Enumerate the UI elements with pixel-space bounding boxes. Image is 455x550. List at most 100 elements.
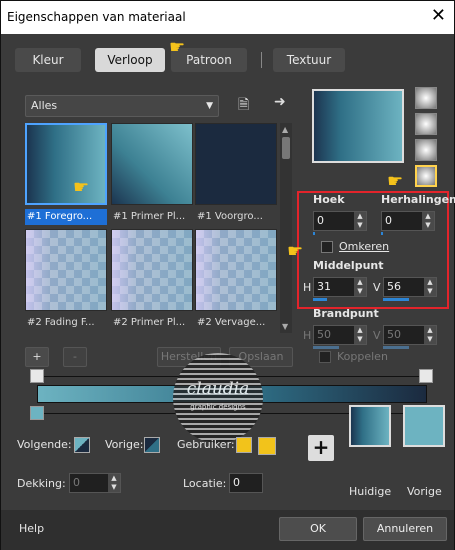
title-bar: Eigenschappen van materiaal ✕ xyxy=(1,1,454,34)
scroll-up-icon[interactable]: ▲ xyxy=(282,125,288,134)
tab-textuur[interactable]: Textuur xyxy=(273,48,345,72)
category-dropdown[interactable]: Alles ▼ xyxy=(25,95,219,117)
watermark-text: claudia xyxy=(186,379,250,399)
preset-item[interactable]: #1 Voorgro... xyxy=(195,123,277,223)
file-browse-icon[interactable]: 🗎 xyxy=(238,94,249,118)
opacity-stop-left[interactable] xyxy=(30,369,44,383)
middelpunt-v-input[interactable]: 56 ▲ ▼ xyxy=(383,277,437,297)
pointer-hand-icon: ☛ xyxy=(387,171,404,192)
preset-caption: #1 Voorgro... xyxy=(197,211,263,222)
koppelen-checkbox xyxy=(319,351,331,363)
brandpunt-h-input: 50 ▲ ▼ xyxy=(313,325,367,345)
preset-item[interactable]: #1 Foregro... xyxy=(25,123,107,225)
tab-separator xyxy=(261,52,262,68)
middelpunt-h-value: 31 xyxy=(317,280,331,293)
previous-swatch[interactable] xyxy=(403,405,445,447)
spin-buttons: ▲ ▼ xyxy=(424,326,436,344)
watermark-logo: claudia graphic designs xyxy=(173,353,263,443)
herhalingen-input[interactable]: 0 ▲ ▼ xyxy=(381,211,435,231)
huidige-label: Huidige xyxy=(349,485,392,498)
ok-button[interactable]: OK xyxy=(279,517,357,541)
middelpunt-v-slider[interactable] xyxy=(383,298,409,301)
tab-verloop[interactable]: Verloop xyxy=(95,48,165,72)
preset-item[interactable]: #2 Fading F... xyxy=(25,229,107,329)
preset-caption: #1 Primer Pl... xyxy=(113,211,186,222)
spin-buttons[interactable]: ▲ ▼ xyxy=(424,278,436,296)
watermark-subtext: graphic designs xyxy=(190,403,246,411)
brandpunt-h-slider xyxy=(313,346,339,349)
hoek-slider[interactable] xyxy=(313,232,315,235)
preset-thumbnail xyxy=(111,229,193,311)
opacity-stop-right[interactable] xyxy=(419,369,433,383)
cancel-button[interactable]: Annuleren xyxy=(363,517,447,541)
bh-label: H xyxy=(303,329,312,342)
rectangular-icon[interactable] xyxy=(415,139,437,161)
bv-label: V xyxy=(373,329,381,342)
vorige-swatch[interactable] xyxy=(144,437,160,453)
dekking-label: Dekking: xyxy=(17,477,66,490)
radial-icon[interactable] xyxy=(415,113,437,135)
preset-thumbnail xyxy=(25,229,107,311)
preset-item[interactable]: #2 Vervage... xyxy=(195,229,277,329)
spin-buttons[interactable]: ▲ ▼ xyxy=(354,278,366,296)
herhalingen-slider[interactable] xyxy=(381,232,383,235)
category-dropdown-value: Alles xyxy=(31,99,58,112)
locatie-input[interactable]: 0 xyxy=(229,473,263,493)
remove-stop-button: - xyxy=(63,347,87,367)
preset-thumbnail xyxy=(111,123,193,205)
gebruiker-label: Gebruiker: xyxy=(177,438,235,451)
tab-kleur[interactable]: Kleur xyxy=(15,48,81,72)
hoek-value: 0 xyxy=(317,214,324,227)
spin-buttons[interactable]: ▲ ▼ xyxy=(422,212,434,230)
middelpunt-h-input[interactable]: 31 ▲ ▼ xyxy=(313,277,367,297)
vorige-label: Vorige: xyxy=(105,438,144,451)
brandpunt-v-input: 50 ▲ ▼ xyxy=(383,325,437,345)
spin-buttons[interactable]: ▲ ▼ xyxy=(354,212,366,230)
preset-caption: #1 Foregro... xyxy=(25,209,107,225)
gebruiker-swatch-1[interactable] xyxy=(236,437,252,453)
current-swatch[interactable] xyxy=(349,405,391,447)
add-to-swatches-button[interactable]: + xyxy=(308,435,334,461)
scrollbar-thumb[interactable] xyxy=(282,137,290,159)
add-stop-button[interactable]: + xyxy=(25,347,49,367)
brandpunt-v-slider xyxy=(383,346,409,349)
preset-thumbnail xyxy=(25,123,107,205)
omkeren-checkbox[interactable] xyxy=(321,241,333,253)
herhalingen-value: 0 xyxy=(385,214,392,227)
preset-grid: #1 Foregro... #1 Primer Pl... #1 Voorgro… xyxy=(25,123,277,333)
koppelen-label: Koppelen xyxy=(337,350,388,363)
brandpunt-h-value: 50 xyxy=(317,328,331,341)
scroll-down-icon[interactable]: ▼ xyxy=(282,322,288,331)
close-icon[interactable]: ✕ xyxy=(431,5,446,27)
preset-item[interactable]: #2 Primer Pl... xyxy=(111,229,193,329)
preset-scrollbar[interactable]: ▲ ▼ xyxy=(280,123,292,333)
sunburst-icon[interactable] xyxy=(415,165,437,187)
window-title: Eigenschappen van materiaal xyxy=(7,10,186,24)
gebruiker-swatch-2[interactable] xyxy=(258,437,276,455)
dekking-value: 0 xyxy=(73,476,80,489)
gradient-preview[interactable] xyxy=(312,89,404,163)
brandpunt-v-value: 50 xyxy=(387,328,401,341)
pointer-hand-icon: ☛ xyxy=(73,177,90,198)
v-label: V xyxy=(373,281,381,294)
preset-item[interactable]: #1 Primer Pl... xyxy=(111,123,193,223)
help-link[interactable]: Help xyxy=(19,522,44,535)
hoek-input[interactable]: 0 ▲ ▼ xyxy=(313,211,367,231)
middelpunt-label: Middelpunt xyxy=(313,259,384,272)
color-stop-left[interactable] xyxy=(30,406,44,420)
volgende-swatch[interactable] xyxy=(74,437,90,453)
brandpunt-label: Brandpunt xyxy=(313,307,379,320)
pointer-hand-icon: ☛ xyxy=(287,241,304,262)
preset-thumbnail xyxy=(195,123,277,205)
vorige-swatch-label: Vorige xyxy=(407,485,442,498)
chevron-down-icon: ▼ xyxy=(206,101,213,111)
preset-thumbnail xyxy=(195,229,277,311)
arrow-right-icon[interactable]: ➜ xyxy=(274,94,286,110)
material-properties-window: Eigenschappen van materiaal ✕ Kleur Verl… xyxy=(0,0,455,550)
linear-icon[interactable] xyxy=(415,87,437,109)
preset-caption: #2 Primer Pl... xyxy=(113,317,186,328)
middelpunt-h-slider[interactable] xyxy=(313,298,327,301)
spin-buttons: ▲ ▼ xyxy=(108,474,120,492)
preset-caption: #2 Vervage... xyxy=(197,317,266,328)
locatie-value: 0 xyxy=(233,476,240,489)
